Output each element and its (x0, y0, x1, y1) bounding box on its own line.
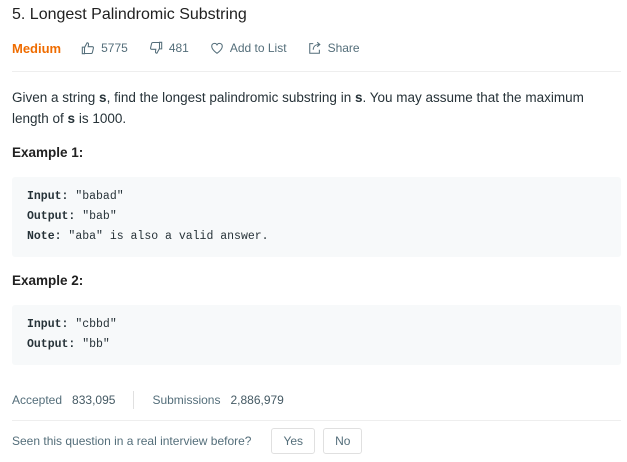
accepted-label: Accepted (12, 393, 63, 407)
interview-prompt: Seen this question in a real interview b… (12, 428, 363, 454)
variable-s: s (99, 90, 107, 105)
problem-description: Given a string s, find the longest palin… (12, 88, 617, 129)
description-text: Given a string (12, 90, 100, 105)
submissions-label: Submissions (152, 393, 221, 407)
example-2-code: Input: "cbbd" Output: "bb" (12, 305, 621, 365)
like-count: 5775 (101, 41, 128, 55)
add-to-list-button[interactable]: Add to List (210, 41, 287, 55)
accepted-value: 833,095 (72, 393, 116, 407)
example-1-title: Example 1: (12, 145, 84, 160)
dislike-count: 481 (168, 41, 189, 55)
problem-meta-bar: Medium 5775 481 Add to List Share (12, 39, 381, 57)
description-text: is 1000. (75, 110, 127, 126)
thumbs-down-icon (149, 41, 163, 54)
header-divider (12, 71, 621, 72)
heart-icon (211, 42, 223, 54)
share-button[interactable]: Share (308, 41, 360, 55)
share-icon (308, 41, 321, 54)
problem-title: 5. Longest Palindromic Substring (12, 6, 247, 23)
example-2-input: Input: "cbbd" (27, 318, 117, 331)
example-1-output: Output: "bab" (27, 210, 117, 223)
add-to-list-label: Add to List (229, 41, 287, 55)
share-label: Share (327, 41, 360, 55)
example-1-input: Input: "babad" (27, 190, 124, 203)
submissions-value: 2,886,979 (230, 393, 284, 407)
variable-s: s (67, 110, 76, 126)
example-1-note: Note: "aba" is also a valid answer. (27, 230, 269, 243)
stats-divider (12, 420, 621, 421)
submission-stats: Accepted 833,095 Submissions 2,886,979 (12, 391, 284, 409)
no-button[interactable]: No (323, 428, 363, 454)
thumbs-up-icon (81, 42, 95, 55)
description-text: , find the longest palindromic substring… (106, 90, 355, 105)
stats-separator (133, 391, 135, 409)
interview-question: Seen this question in a real interview b… (12, 434, 252, 448)
yes-button[interactable]: Yes (271, 428, 316, 454)
example-1-code: Input: "babad" Output: "bab" Note: "aba"… (12, 177, 621, 257)
dislike-button[interactable]: 481 (149, 41, 189, 55)
example-2-output: Output: "bb" (27, 338, 110, 351)
like-button[interactable]: 5775 (81, 41, 128, 55)
difficulty-badge: Medium (12, 40, 62, 56)
example-2-title: Example 2: (12, 273, 84, 288)
